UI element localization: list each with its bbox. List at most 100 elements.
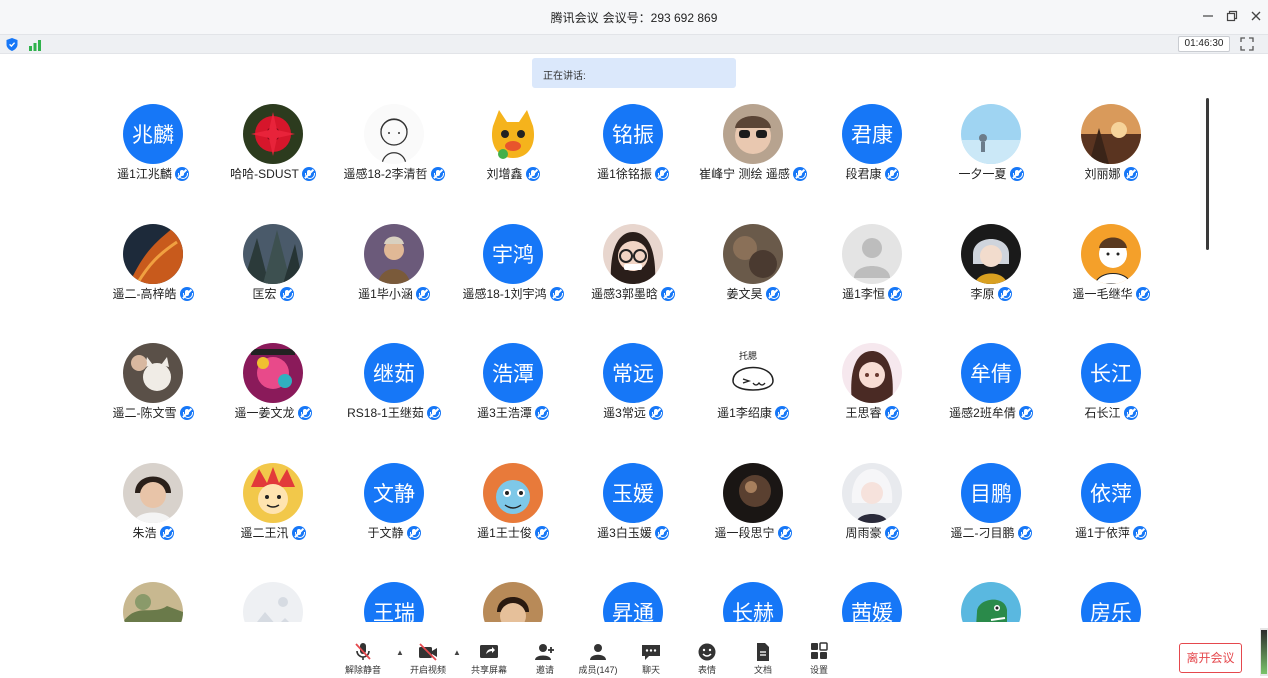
participant-name-label: 周雨豪 [845,526,882,540]
participant-tile[interactable] [93,572,213,622]
members-button[interactable]: 成员(147) [568,642,628,678]
painting-photo-icon [364,224,424,284]
fullscreen-icon[interactable] [1240,37,1254,51]
status-bar: 01:46:30 [0,34,1268,54]
participant-tile[interactable]: 牟倩 遥感2班牟倩 [931,333,1051,443]
participant-tile[interactable]: 遥二王汛 [213,453,333,563]
participant-tile[interactable] [453,572,573,622]
participant-tile[interactable]: 哈哈-SDUST [213,94,333,204]
participant-tile[interactable]: 李原 [931,214,1051,324]
members-label: 成员(147) [578,665,618,675]
participant-tile[interactable] [213,572,333,622]
participant-tile[interactable]: 王瑞 [334,572,454,622]
participant-name-label: 遥感3郭墨晗 [591,287,658,301]
share-screen-button[interactable]: 共享屏幕 [459,642,519,678]
participant-name-label: 遥感18-2李清哲 [343,167,428,181]
participant-tile[interactable]: 茜媛 [812,572,932,622]
participant-name-label: 一夕一夏 [958,167,1007,181]
avatar: 茜媛 [842,582,902,622]
participant-name-label: 遥3白玉媛 [597,526,652,540]
participant-tile[interactable] [931,572,1051,622]
participant-tile[interactable]: 目鹏 遥二-刁目鹏 [931,453,1051,563]
participant-tile[interactable]: 遥一段思宁 [693,453,813,563]
green-dinosaur-icon [961,582,1021,622]
participant-name-label: 王思睿 [845,406,882,420]
grid-scrollbar[interactable] [1206,98,1209,250]
muted-mic-icon [179,405,194,420]
chat-label: 聊天 [641,665,660,675]
participant-tile[interactable]: 依萍 遥1于依萍 [1051,453,1171,563]
blurry-photo-icon [723,224,783,284]
participant-tile[interactable]: 房乐 [1051,572,1171,622]
participant-tile[interactable]: 常远 遥3常远 [573,333,693,443]
participant-tile[interactable]: 遥二-陈文雪 [93,333,213,443]
security-shield-icon[interactable] [6,38,18,51]
participant-tile[interactable]: 崔峰宁 测绘 遥感 [693,94,813,204]
participant-tile[interactable]: 朱浩 [93,453,213,563]
participant-tile[interactable]: 长赫 [693,572,813,622]
participant-tile[interactable]: 姜文昊 [693,214,813,324]
muted-mic-icon [765,286,780,301]
participant-tile[interactable]: 遥感18-2李清哲 [334,94,454,204]
participant-tile[interactable]: 君康 段君康 [812,94,932,204]
line-drawing-boy-icon [364,104,424,164]
participant-tile[interactable]: 托腮 遥1李绍康 [693,333,813,443]
participant-tile[interactable]: 长江 石长江 [1051,333,1171,443]
muted-mic-icon [534,405,549,420]
participant-tile[interactable]: 匡宏 [213,214,333,324]
restore-icon[interactable] [1224,8,1240,24]
speaking-indicator: 正在讲话: [532,58,736,88]
participant-name-label: 段君康 [845,167,882,181]
participant-tile[interactable]: 周雨豪 [812,453,932,563]
participant-tile[interactable]: 文静 于文静 [334,453,454,563]
minimize-icon[interactable] [1200,8,1216,24]
start-video-button[interactable]: 开启视频 [398,642,458,678]
muted-mic-icon [997,286,1012,301]
participant-tile[interactable]: 兆麟 遥1江兆麟 [93,94,213,204]
leave-meeting-button[interactable]: 离开会议 [1179,643,1242,673]
portrait-photo-icon [123,463,183,523]
pokemon-squirtle-icon [483,463,543,523]
settings-button[interactable]: 设置 [789,642,849,678]
participant-tile[interactable]: 浩潭 遥3王浩潭 [453,333,573,443]
participant-tile[interactable]: 遥一毛继华 [1051,214,1171,324]
documents-button[interactable]: 文档 [733,642,793,678]
participant-name-label: 崔峰宁 测绘 遥感 [699,167,790,181]
participant-tile[interactable]: 遥1李恒 [812,214,932,324]
unmute-button[interactable]: 解除静音 [333,642,393,678]
participant-tile[interactable]: 遥1毕小涵 [334,214,454,324]
muted-mic-icon [355,643,371,660]
participant-tile[interactable]: 宇鸿 遥感18-1刘宇鸿 [453,214,573,324]
meeting-window: { "window": { "app_name": "腾讯会议", "meeti… [0,0,1268,678]
participant-tile[interactable]: 遥一姜文龙 [213,333,333,443]
participant-tile[interactable]: 遥感3郭墨晗 [573,214,693,324]
reactions-button[interactable]: 表情 [677,642,737,678]
participant-name-label: 遥1江兆麟 [117,167,172,181]
participant-tile[interactable]: 刘增鑫 [453,94,573,204]
muted-mic-icon [297,405,312,420]
participant-name-label: 遥一段思宁 [714,526,775,540]
network-signal-icon[interactable] [28,38,42,51]
muted-mic-icon [1009,166,1024,181]
participant-tile[interactable]: 一夕一夏 [931,94,1051,204]
participant-tile[interactable]: 昇通 [573,572,693,622]
participant-tile[interactable]: 铭振 遥1徐铭振 [573,94,693,204]
participant-name-label: 遥二王汛 [240,526,289,540]
participant-tile[interactable]: 玉媛 遥3白玉媛 [573,453,693,563]
muted-mic-icon [291,525,306,540]
participant-tile[interactable]: 遥1王士俊 [453,453,573,563]
participant-tile[interactable]: 继茹 RS18-1王继茹 [334,333,454,443]
participant-tile[interactable]: 刘丽娜 [1051,94,1171,204]
avatar: 长江 [1081,343,1141,403]
sunglasses-photo-icon [723,104,783,164]
participant-tile[interactable]: 遥二-高梓皓 [93,214,213,324]
close-icon[interactable] [1248,8,1264,24]
chat-button[interactable]: 聊天 [621,642,681,678]
smiley-icon [698,643,716,661]
invite-button[interactable]: 邀请 [515,642,575,678]
cartoon-cat-icon [483,104,543,164]
muted-mic-icon [1017,525,1032,540]
participant-name-label: 遥1李恒 [842,287,885,301]
participant-tile[interactable]: 王思睿 [812,333,932,443]
start-video-label: 开启视频 [409,665,446,675]
